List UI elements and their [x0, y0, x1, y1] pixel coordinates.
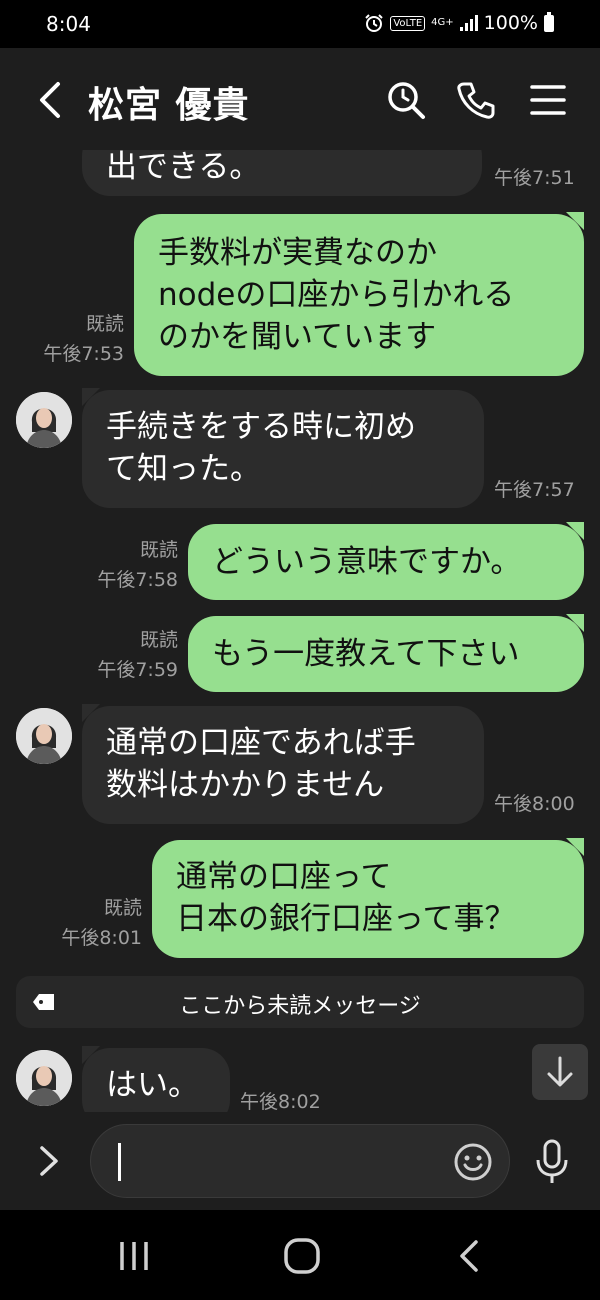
profile-photo	[16, 708, 72, 764]
text-caret	[118, 1143, 121, 1181]
phone-icon[interactable]	[454, 78, 498, 122]
message-text: 手数料が実費なのか	[158, 235, 437, 271]
message-text: 通常の口座であれば手	[106, 725, 416, 761]
message-text: 通常の口座って	[176, 859, 392, 895]
message-input-bar	[0, 1112, 600, 1210]
battery-percent: 100%	[483, 12, 538, 34]
message-time: 午後7:57	[494, 479, 575, 501]
message-bubble-sent[interactable]: 手数料が実費なのか nodeの口座から引かれる のかを聞いています	[134, 214, 584, 376]
message-bubble-received[interactable]: 手続きをする時に初め て知った。	[82, 390, 484, 508]
message-time: 午後7:51	[494, 167, 575, 189]
battery-icon	[544, 11, 554, 32]
bubble-tail	[566, 614, 584, 632]
chat-header: 松宮 優貴	[0, 48, 600, 150]
scroll-to-bottom-button[interactable]	[532, 1044, 588, 1100]
message-text: どういう意味ですか。	[212, 544, 522, 580]
smiley-icon[interactable]	[453, 1142, 493, 1182]
status-time: 8:04	[46, 12, 91, 36]
message-bubble-sent[interactable]: もう一度教えて下さい	[188, 616, 584, 692]
back-icon[interactable]	[448, 1234, 492, 1278]
read-receipt: 既読	[85, 313, 124, 335]
message-time: 午後7:59	[97, 659, 178, 681]
alarm-icon	[365, 14, 384, 32]
message-bubble-received[interactable]: 出できる。	[82, 150, 482, 196]
microphone-icon[interactable]	[530, 1138, 574, 1186]
network-type: 4G+	[431, 17, 454, 28]
chevron-right-icon[interactable]	[34, 1142, 64, 1180]
message-bubble-sent[interactable]: 通常の口座って 日本の銀行口座って事？	[152, 840, 584, 958]
message-time: 午後7:53	[43, 343, 124, 365]
signal-icon	[459, 15, 478, 31]
volte-badge: VoLTE	[390, 15, 426, 31]
unread-divider-label: ここから未読メッセージ	[179, 994, 421, 1019]
bubble-tail	[566, 522, 584, 540]
bubble-tail	[82, 704, 100, 722]
message-bubble-received[interactable]: 通常の口座であれば手 数料はかかりません	[82, 706, 484, 824]
message-input[interactable]	[90, 1124, 510, 1198]
message-bubble-sent[interactable]: どういう意味ですか。	[188, 524, 584, 600]
message-time: 午後7:58	[97, 569, 178, 591]
unread-divider: ここから未読メッセージ	[16, 976, 584, 1028]
message-text: て知った。	[106, 451, 261, 487]
bubble-tail	[566, 212, 584, 230]
status-indicators: VoLTE 4G+ 100%	[364, 11, 554, 34]
home-icon[interactable]	[280, 1234, 324, 1278]
message-time: 午後8:00	[494, 793, 575, 815]
bubble-tail	[82, 388, 100, 406]
message-list[interactable]: 出できる。 午後7:51 手数料が実費なのか nodeの口座から引かれる のかを…	[0, 150, 600, 1112]
read-receipt: 既読	[139, 629, 178, 651]
avatar[interactable]	[16, 708, 72, 764]
search-icon[interactable]	[384, 78, 428, 122]
system-nav-bar	[0, 1210, 600, 1300]
recent-apps-icon[interactable]	[112, 1234, 156, 1278]
bubble-tail	[82, 1046, 100, 1064]
message-time: 午後8:02	[240, 1091, 321, 1112]
avatar[interactable]	[16, 392, 72, 448]
back-button[interactable]	[30, 78, 70, 122]
chat-title: 松宮 優貴	[88, 85, 250, 126]
hamburger-menu-icon[interactable]	[526, 78, 570, 122]
bubble-tail	[566, 838, 584, 856]
message-text: 日本の銀行口座って事？	[176, 901, 516, 937]
profile-photo	[16, 392, 72, 448]
message-text: のかを聞いています	[158, 319, 437, 355]
profile-photo	[16, 1050, 72, 1106]
avatar[interactable]	[16, 1050, 72, 1106]
arrow-down-icon	[547, 1056, 573, 1087]
message-text: 手続きをする時に初め	[106, 409, 416, 445]
read-receipt: 既読	[139, 539, 178, 561]
message-text: 出できる。	[106, 150, 261, 185]
message-time: 午後8:01	[61, 927, 142, 949]
message-text: nodeの口座から引かれる	[158, 277, 515, 313]
message-bubble-received[interactable]: はい。	[82, 1048, 230, 1112]
message-text: はい。	[106, 1067, 199, 1103]
message-text: もう一度教えて下さい	[212, 636, 520, 672]
message-text: 数料はかかりません	[106, 767, 385, 803]
read-receipt: 既読	[103, 897, 142, 919]
status-bar: 8:04 VoLTE 4G+ 100%	[0, 0, 600, 48]
